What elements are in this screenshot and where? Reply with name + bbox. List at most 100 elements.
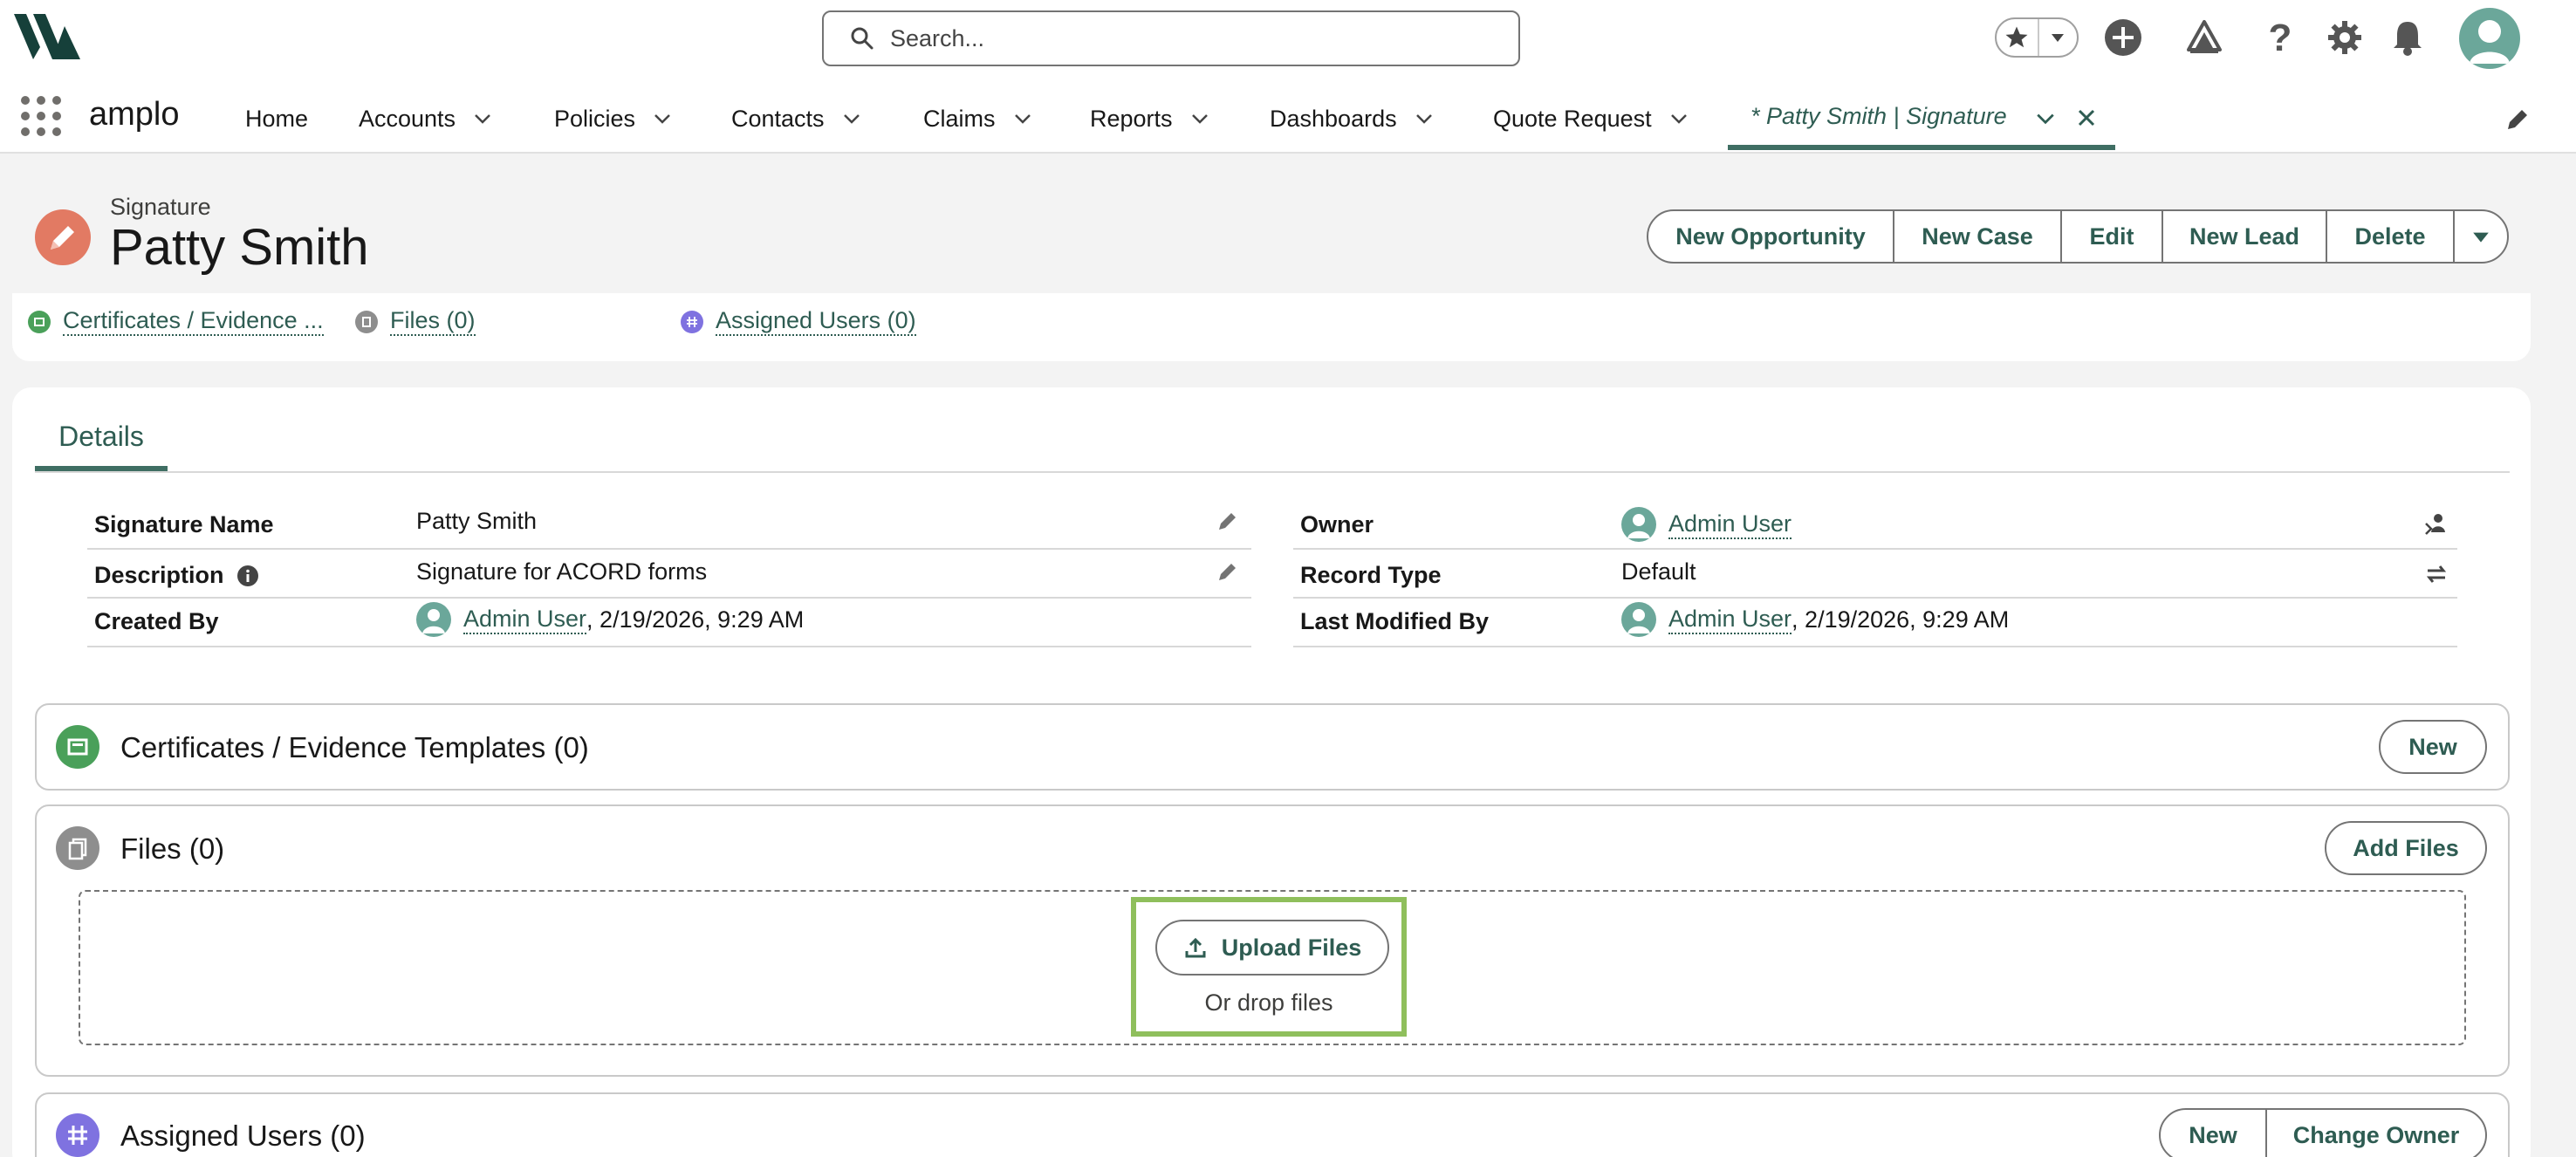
files-icon <box>56 826 99 870</box>
help-icon: ? <box>2269 17 2292 58</box>
star-icon <box>2005 26 2028 48</box>
info-icon[interactable] <box>236 565 259 587</box>
nav-item-dashboards[interactable]: Dashboards <box>1270 101 1434 136</box>
quick-link-label: Assigned Users (0) <box>716 307 916 336</box>
help-button[interactable]: ? <box>2258 16 2302 59</box>
chevron-down-icon[interactable] <box>2035 108 2056 129</box>
change-owner-icon[interactable] <box>2424 511 2449 536</box>
search-icon <box>851 27 874 50</box>
user-avatar-icon <box>1621 507 1656 542</box>
chevron-down-icon[interactable] <box>1669 109 1689 128</box>
nav-item-label: Dashboards <box>1270 105 1397 132</box>
created-by-user-link[interactable]: Admin User <box>463 606 587 634</box>
nav-item-accounts[interactable]: Accounts <box>359 101 492 136</box>
field-divider <box>1293 548 2457 550</box>
nav-item-policies[interactable]: Policies <box>554 101 672 136</box>
record-object-label: Signature <box>110 194 211 220</box>
quick-link-assigned-users[interactable]: Assigned Users (0) <box>681 307 916 336</box>
nav-item-reports[interactable]: Reports <box>1090 101 1209 136</box>
created-by-date: , 2/19/2026, 9:29 AM <box>586 606 805 633</box>
edit-pencil-icon[interactable] <box>1216 510 1239 532</box>
close-icon[interactable] <box>2077 108 2096 127</box>
certificate-icon <box>28 310 51 333</box>
favorites-menu-button[interactable] <box>2039 19 2077 56</box>
drop-files-hint: Or drop files <box>1204 989 1333 1016</box>
related-list-title[interactable]: Certificates / Evidence Templates (0) <box>120 731 589 764</box>
new-case-button[interactable]: New Case <box>1893 209 2062 264</box>
related-list-title[interactable]: Files (0) <box>120 832 224 866</box>
more-actions-button[interactable] <box>2453 209 2509 264</box>
quick-link-label: Certificates / Evidence ... <box>63 307 324 336</box>
field-divider <box>1293 597 2457 599</box>
caret-down-icon <box>2052 34 2065 42</box>
caret-down-icon <box>2473 232 2489 243</box>
user-avatar-icon <box>1621 602 1656 637</box>
nav-item-claims[interactable]: Claims <box>923 101 1032 136</box>
favorites-group <box>1995 17 2079 58</box>
field-divider <box>87 597 1251 599</box>
global-header: ? amp <box>0 0 2576 154</box>
setup-gear-icon <box>2328 21 2361 54</box>
edit-button[interactable]: Edit <box>2060 209 2163 264</box>
nav-item-quote-request[interactable]: Quote Request <box>1493 101 1689 136</box>
field-divider <box>87 646 1251 647</box>
new-opportunity-button[interactable]: New Opportunity <box>1647 209 1894 264</box>
change-record-type-icon[interactable] <box>2424 562 2449 586</box>
company-logo[interactable] <box>14 14 80 59</box>
tab-details[interactable]: Details <box>35 417 168 471</box>
field-label-last-modified-by: Last Modified By <box>1300 608 1490 634</box>
owner-user-link[interactable]: Admin User <box>1668 510 1792 539</box>
add-files-button[interactable]: Add Files <box>2325 821 2487 875</box>
last-modified-user-link[interactable]: Admin User <box>1668 606 1792 634</box>
app-launcher-button[interactable] <box>21 96 61 136</box>
field-label-owner: Owner <box>1300 511 1374 537</box>
delete-button[interactable]: Delete <box>2326 209 2455 264</box>
tab-patty-smith-signature[interactable]: * Patty Smith | Signature <box>1728 87 2115 150</box>
notifications-button[interactable] <box>2386 16 2429 59</box>
setup-button[interactable] <box>2323 16 2367 59</box>
field-value-created-by: Admin User , 2/19/2026, 9:29 AM <box>416 602 804 637</box>
last-modified-date: , 2/19/2026, 9:29 AM <box>1792 606 2010 633</box>
field-value-owner: Admin User <box>1621 507 1792 542</box>
upload-files-button[interactable]: Upload Files <box>1155 920 1389 976</box>
chevron-down-icon[interactable] <box>653 109 672 128</box>
nav-item-home[interactable]: Home <box>245 101 308 136</box>
field-divider <box>1293 646 2457 647</box>
user-avatar-icon <box>416 602 451 637</box>
certificate-icon <box>56 725 99 769</box>
new-lead-button[interactable]: New Lead <box>2162 209 2327 264</box>
field-value-record-type: Default <box>1621 558 1696 585</box>
trailhead-button[interactable] <box>2182 16 2226 59</box>
quick-link-certificates[interactable]: Certificates / Evidence ... <box>28 307 324 336</box>
field-value-last-modified-by: Admin User , 2/19/2026, 9:29 AM <box>1621 602 2009 637</box>
assigned-users-icon <box>681 310 703 333</box>
record-title: Patty Smith <box>110 219 369 276</box>
chevron-down-icon[interactable] <box>1190 109 1209 128</box>
nav-item-label: Home <box>245 105 309 132</box>
signature-record-icon <box>35 209 91 265</box>
field-value-signature-name: Patty Smith <box>416 508 538 534</box>
global-actions-button[interactable] <box>2101 16 2145 59</box>
edit-pencil-icon[interactable] <box>1216 560 1239 583</box>
edit-nav-pencil-icon[interactable] <box>2504 106 2531 133</box>
search-input[interactable] <box>890 24 1483 52</box>
tab-label: * Patty Smith | Signature <box>1750 103 2007 129</box>
nav-item-contacts[interactable]: Contacts <box>731 101 861 136</box>
quick-link-files[interactable]: Files (0) <box>355 307 476 336</box>
change-owner-button[interactable]: Change Owner <box>2265 1108 2487 1157</box>
chevron-down-icon[interactable] <box>1415 109 1434 128</box>
chevron-down-icon[interactable] <box>473 109 492 128</box>
chevron-down-icon[interactable] <box>842 109 861 128</box>
field-label-description: Description <box>94 562 259 589</box>
related-list-title[interactable]: Assigned Users (0) <box>120 1119 366 1153</box>
global-search[interactable] <box>822 10 1520 66</box>
nav-item-label: Policies <box>554 105 636 132</box>
assigned-users-new-button[interactable]: New <box>2159 1108 2267 1157</box>
user-avatar[interactable] <box>2459 8 2520 69</box>
related-list-assigned-users <box>35 1092 2510 1157</box>
chevron-down-icon[interactable] <box>1013 109 1032 128</box>
favorites-button[interactable] <box>1997 19 2039 56</box>
field-label-record-type: Record Type <box>1300 562 1442 588</box>
trailhead-icon <box>2187 20 2222 53</box>
certificates-new-button[interactable]: New <box>2379 720 2487 774</box>
